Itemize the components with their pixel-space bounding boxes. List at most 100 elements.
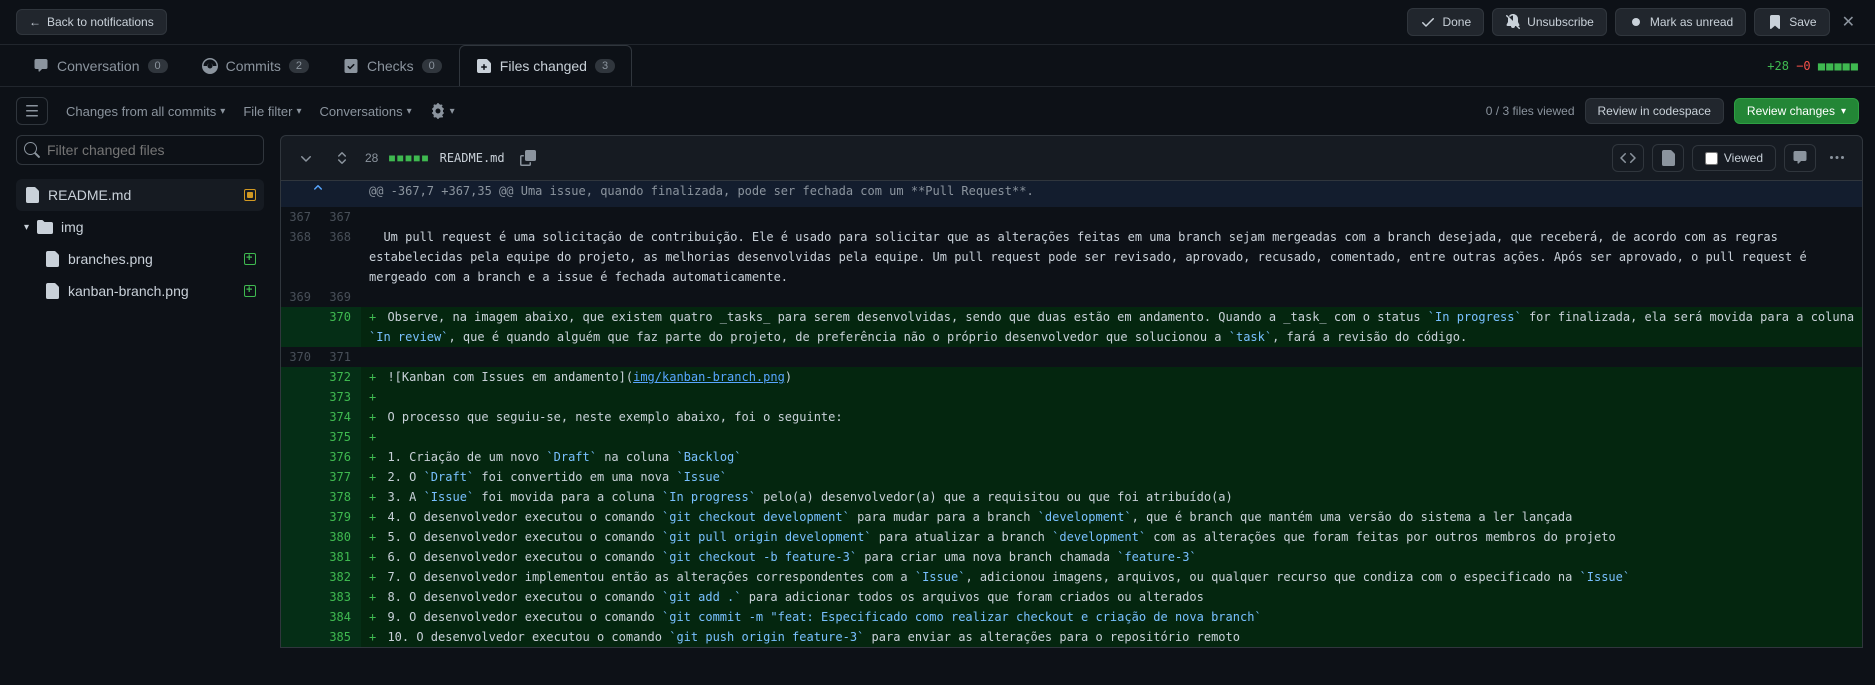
diff-line[interactable]: 375+ xyxy=(281,427,1862,447)
diff-line[interactable]: 374+ O processo que seguiu-se, neste exe… xyxy=(281,407,1862,427)
review-changes-button[interactable]: Review changes ▾ xyxy=(1734,98,1859,124)
new-line-number: 371 xyxy=(321,347,361,367)
diff-table: @@ -367,7 +367,35 @@ Uma issue, quando f… xyxy=(280,181,1863,648)
diff-line[interactable]: 383+ 8. O desenvolvedor executou o coman… xyxy=(281,587,1862,607)
diff-toolbar: Changes from all commits ▾ File filter ▾… xyxy=(0,87,1875,135)
diff-line[interactable]: 368368 Um pull request é uma solicitação… xyxy=(281,227,1862,287)
file-filter-dropdown[interactable]: File filter ▾ xyxy=(243,104,301,119)
diff-line[interactable]: 377+ 2. O `Draft` foi convertido em uma … xyxy=(281,467,1862,487)
old-line-number xyxy=(281,627,321,647)
viewed-checkbox[interactable]: Viewed xyxy=(1692,145,1776,171)
tab-files-changed[interactable]: Files changed 3 xyxy=(459,45,632,86)
expand-all-icon[interactable] xyxy=(329,145,355,171)
filter-files-input[interactable] xyxy=(16,135,264,165)
diff-content: 28 ■■■■■ README.md Viewed xyxy=(280,135,1875,648)
diff-line[interactable]: 385+ 10. O desenvolvedor executou o coma… xyxy=(281,627,1862,647)
arrow-left-icon: ← xyxy=(29,15,41,29)
hunk-header-row: @@ -367,7 +367,35 @@ Uma issue, quando f… xyxy=(281,181,1862,207)
diff-line[interactable]: 382+ 7. O desenvolvedor implementou entã… xyxy=(281,567,1862,587)
diff-line[interactable]: 384+ 9. O desenvolvedor executou o coman… xyxy=(281,607,1862,627)
conversations-dropdown[interactable]: Conversations ▾ xyxy=(319,104,411,119)
done-button[interactable]: Done xyxy=(1407,8,1484,36)
done-label: Done xyxy=(1442,15,1471,29)
new-line-number: 377 xyxy=(321,467,361,487)
close-icon[interactable]: ✕ xyxy=(1838,8,1859,36)
settings-dropdown[interactable]: ▾ xyxy=(430,103,455,119)
file-header: 28 ■■■■■ README.md Viewed xyxy=(280,135,1863,181)
collapse-file-icon[interactable] xyxy=(293,145,319,171)
diff-line[interactable]: 370371 xyxy=(281,347,1862,367)
kebab-icon[interactable] xyxy=(1824,145,1850,171)
file-diff-blocks: ■■■■■ xyxy=(388,151,429,165)
back-button[interactable]: ← Back to notifications xyxy=(16,9,167,35)
diff-line[interactable]: 373+ xyxy=(281,387,1862,407)
line-content: + 3. A `Issue` foi movida para a coluna … xyxy=(361,487,1862,507)
tab-conversation-count: 0 xyxy=(148,59,168,73)
review-codespace-button[interactable]: Review in codespace xyxy=(1585,98,1724,124)
tab-checks-label: Checks xyxy=(367,58,414,74)
rendered-view-icon[interactable] xyxy=(1652,144,1684,172)
copy-icon[interactable] xyxy=(515,145,541,171)
diff-line[interactable]: 367367 xyxy=(281,207,1862,227)
new-line-number: 374 xyxy=(321,407,361,427)
save-button[interactable]: Save xyxy=(1754,8,1829,36)
diff-line[interactable]: 369369 xyxy=(281,287,1862,307)
file-name-label: README.md xyxy=(48,187,131,203)
new-line-number: 385 xyxy=(321,627,361,647)
new-line-number: 381 xyxy=(321,547,361,567)
caret-down-icon: ▾ xyxy=(296,106,301,117)
tab-files-count: 3 xyxy=(595,59,615,73)
new-line-number: 370 xyxy=(321,307,361,347)
add-marker: + xyxy=(369,590,387,604)
dot-icon xyxy=(1628,14,1644,30)
tab-checks[interactable]: Checks 0 xyxy=(326,45,459,86)
old-line-number xyxy=(281,587,321,607)
tab-commits[interactable]: Commits 2 xyxy=(185,45,326,86)
old-line-number xyxy=(281,307,321,347)
add-marker: + xyxy=(369,430,387,444)
sidebar-toggle-icon[interactable] xyxy=(16,97,48,125)
new-line-number: 369 xyxy=(321,287,361,307)
old-line-number xyxy=(281,427,321,447)
folder-icon xyxy=(37,219,53,235)
chevron-down-icon: ▾ xyxy=(24,222,29,233)
file-tree-item-kanban[interactable]: kanban-branch.png xyxy=(36,275,264,307)
line-content xyxy=(361,287,1862,307)
file-icon xyxy=(24,187,40,203)
viewed-checkbox-input[interactable] xyxy=(1705,152,1718,165)
diff-line[interactable]: 381+ 6. O desenvolvedor executou o coman… xyxy=(281,547,1862,567)
changes-from-dropdown[interactable]: Changes from all commits ▾ xyxy=(66,104,225,119)
add-marker: + xyxy=(369,490,387,504)
tab-conversation[interactable]: Conversation 0 xyxy=(16,45,185,86)
diff-line[interactable]: 376+ 1. Criação de um novo `Draft` na co… xyxy=(281,447,1862,467)
commit-icon xyxy=(202,58,218,74)
bookmark-icon xyxy=(1767,14,1783,30)
expand-hunk-icon[interactable] xyxy=(281,181,361,207)
add-marker: + xyxy=(369,470,387,484)
file-name-label: kanban-branch.png xyxy=(68,283,189,299)
back-label: Back to notifications xyxy=(47,15,154,29)
diff-line[interactable]: 372+ ![Kanban com Issues em andamento](i… xyxy=(281,367,1862,387)
source-view-icon[interactable] xyxy=(1612,144,1644,172)
file-tree-item-readme[interactable]: README.md xyxy=(16,179,264,211)
file-tree-item-branches[interactable]: branches.png xyxy=(36,243,264,275)
add-marker: + xyxy=(369,450,387,464)
line-content xyxy=(361,207,1862,227)
mark-unread-button[interactable]: Mark as unread xyxy=(1615,8,1746,36)
diff-line[interactable]: 379+ 4. O desenvolvedor executou o coman… xyxy=(281,507,1862,527)
diff-line[interactable]: 370+ Observe, na imagem abaixo, que exis… xyxy=(281,307,1862,347)
added-icon xyxy=(244,253,256,265)
comment-file-icon[interactable] xyxy=(1784,144,1816,172)
file-tree: README.md ▾ img branches.png xyxy=(16,179,264,307)
unsubscribe-button[interactable]: Unsubscribe xyxy=(1492,8,1607,36)
gear-icon xyxy=(430,103,446,119)
line-content: + 1. Criação de um novo `Draft` na colun… xyxy=(361,447,1862,467)
tab-commits-label: Commits xyxy=(226,58,281,74)
unsubscribe-label: Unsubscribe xyxy=(1527,15,1594,29)
diff-line[interactable]: 378+ 3. A `Issue` foi movida para a colu… xyxy=(281,487,1862,507)
line-content: + 2. O `Draft` foi convertido em uma nov… xyxy=(361,467,1862,487)
diff-line[interactable]: 380+ 5. O desenvolvedor executou o coman… xyxy=(281,527,1862,547)
pr-tabs-bar: Conversation 0 Commits 2 Checks 0 Files … xyxy=(0,45,1875,87)
line-content xyxy=(361,347,1862,367)
file-tree-dir-img[interactable]: ▾ img xyxy=(16,211,264,243)
